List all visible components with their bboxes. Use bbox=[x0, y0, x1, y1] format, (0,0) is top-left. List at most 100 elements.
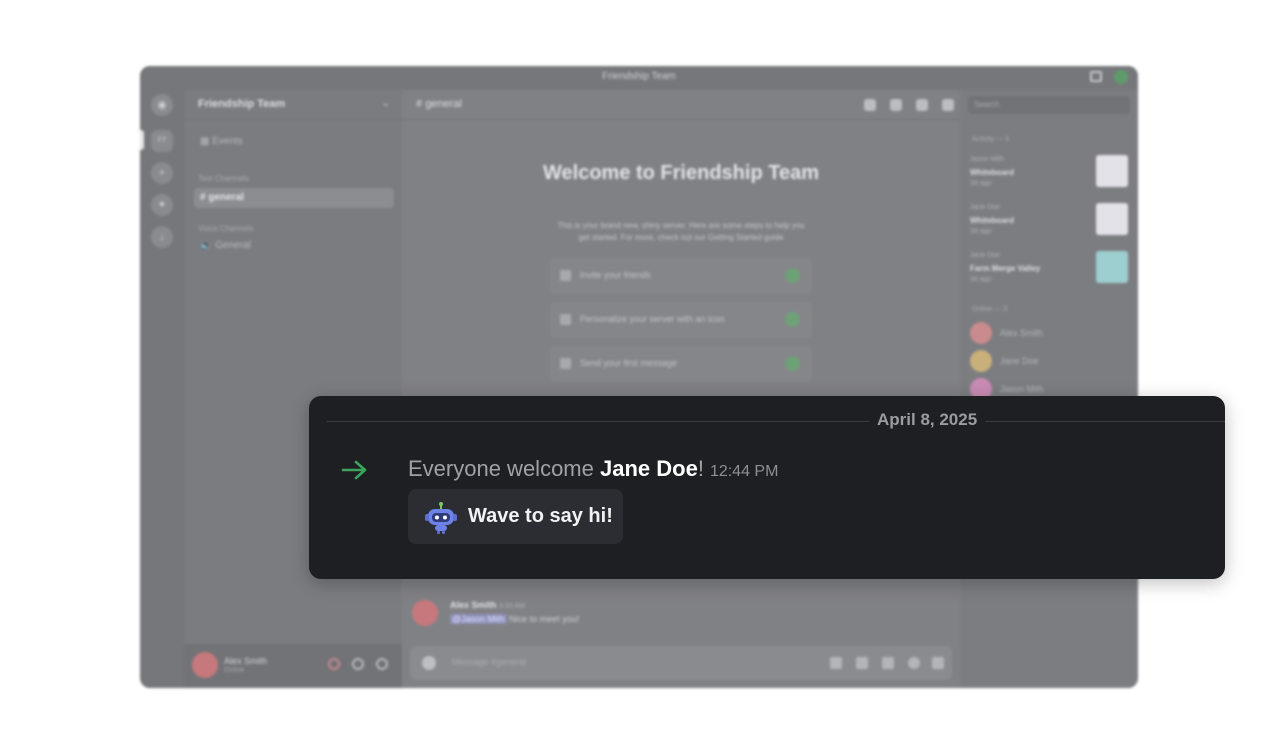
invite-icon bbox=[560, 270, 571, 281]
message-text: @Jason Mith Nice to meet you! bbox=[450, 614, 580, 624]
stage: Friendship Team ◉ FT + ✦ ↓ Friendship Te… bbox=[0, 0, 1280, 754]
message-author: Alex Smith 3:33 AM bbox=[450, 600, 525, 610]
online-label: Online — 3 bbox=[972, 306, 1008, 313]
date-label: April 8, 2025 bbox=[869, 410, 986, 430]
join-arrow-icon bbox=[341, 460, 367, 480]
task-personalize[interactable]: Personalize your server with an icon bbox=[550, 302, 812, 338]
welcome-suffix: ! bbox=[697, 456, 704, 481]
activity-item[interactable]: Jason Mith Whiteboard 3d ago bbox=[966, 152, 1130, 196]
add-server-icon[interactable]: + bbox=[151, 162, 173, 184]
check-icon bbox=[785, 312, 800, 327]
user-panel: Alex Smith Online bbox=[184, 644, 402, 688]
emoji-icon[interactable] bbox=[908, 657, 920, 669]
app-window-background: Friendship Team ◉ FT + ✦ ↓ Friendship Te… bbox=[140, 66, 1138, 688]
activity-item[interactable]: Jane Doe Whiteboard 3d ago bbox=[966, 200, 1130, 244]
message-timestamp: 12:44 PM bbox=[709, 463, 779, 480]
discover-icon[interactable]: ✦ bbox=[151, 194, 173, 216]
avatar bbox=[970, 322, 992, 344]
task-label: Invite your friends bbox=[580, 270, 652, 280]
inbox-icon[interactable] bbox=[1090, 71, 1102, 82]
activity-user: Jane Doe bbox=[970, 252, 1000, 259]
channel-sidebar: Friendship Team ⌄ ▦ Events Text Channels… bbox=[184, 90, 402, 688]
pin-icon[interactable] bbox=[916, 99, 928, 111]
activity-time: 3d ago bbox=[970, 228, 992, 235]
headphones-icon[interactable] bbox=[352, 658, 364, 670]
activity-user: Jane Doe bbox=[970, 204, 1000, 211]
chat-area: # general Welcome to Friendship Team Thi… bbox=[402, 90, 960, 688]
mute-icon[interactable] bbox=[328, 658, 340, 670]
server-header[interactable]: Friendship Team ⌄ bbox=[184, 90, 402, 120]
task-first-message[interactable]: Send your first message bbox=[550, 346, 812, 382]
message-composer[interactable]: Message #general bbox=[410, 646, 952, 680]
member-name: Jason Mith bbox=[1000, 384, 1044, 394]
activity-title: Whiteboard bbox=[970, 168, 1014, 177]
user-status: Online bbox=[224, 667, 245, 674]
activity-thumbnail bbox=[1096, 155, 1128, 187]
gift-icon[interactable] bbox=[830, 657, 842, 669]
activity-label: Activity — 3 bbox=[972, 136, 1009, 143]
server-name: Friendship Team bbox=[198, 98, 286, 110]
task-invite[interactable]: Invite your friends bbox=[550, 258, 812, 294]
activity-item[interactable]: Jane Doe Farm Merge Valley 3d ago bbox=[966, 248, 1130, 292]
sticker-icon[interactable] bbox=[882, 657, 894, 669]
add-attachment-icon[interactable] bbox=[422, 656, 436, 670]
download-icon[interactable]: ↓ bbox=[151, 226, 173, 248]
wave-button[interactable]: Wave to say hi! bbox=[408, 489, 623, 544]
wave-button-label: Wave to say hi! bbox=[468, 505, 613, 527]
help-icon[interactable] bbox=[1114, 70, 1128, 84]
channel-label: general bbox=[208, 192, 244, 203]
voice-channel-label: General bbox=[215, 240, 251, 251]
welcome-title: Welcome to Friendship Team bbox=[543, 162, 819, 184]
voice-channel-general[interactable]: 🔈 General bbox=[194, 236, 394, 256]
apps-icon[interactable] bbox=[932, 657, 944, 669]
composer-placeholder: Message #general bbox=[452, 657, 527, 667]
channel-header: # general bbox=[402, 90, 960, 120]
channel-item-general[interactable]: # general bbox=[194, 188, 394, 208]
message-row: Alex Smith 3:33 AM @Jason Mith Nice to m… bbox=[412, 600, 832, 636]
date-divider bbox=[327, 421, 1225, 422]
text-channels-category[interactable]: Text Channels bbox=[198, 174, 249, 183]
member-name: Alex Smith bbox=[1000, 328, 1044, 338]
events-item[interactable]: ▦ Events bbox=[194, 132, 394, 152]
discord-home-icon[interactable]: ◉ bbox=[151, 94, 173, 116]
threads-icon[interactable] bbox=[864, 99, 876, 111]
wumpus-bot-icon bbox=[425, 502, 457, 534]
member-name: Jane Doe bbox=[1000, 356, 1039, 366]
events-label: Events bbox=[212, 136, 243, 147]
avatar[interactable] bbox=[412, 600, 438, 626]
title-bar: Friendship Team bbox=[140, 66, 1138, 90]
search-input[interactable]: Search bbox=[968, 96, 1130, 114]
activity-title: Farm Merge Valley bbox=[970, 264, 1041, 273]
activity-time: 3d ago bbox=[970, 180, 992, 187]
server-icon[interactable]: FT bbox=[151, 130, 173, 152]
welcome-text: This is your brand new, shiny server. He… bbox=[557, 221, 805, 242]
check-icon bbox=[785, 356, 800, 371]
mention[interactable]: @Jason Mith bbox=[450, 614, 507, 624]
member-list-icon[interactable] bbox=[942, 99, 954, 111]
join-message-card: April 8, 2025 Everyone welcome Jane Doe!… bbox=[309, 396, 1225, 579]
voice-channels-category[interactable]: Voice Channels bbox=[198, 224, 254, 233]
brush-icon bbox=[560, 314, 571, 325]
task-label: Personalize your server with an icon bbox=[580, 314, 725, 324]
task-label: Send your first message bbox=[580, 358, 678, 368]
avatar bbox=[970, 350, 992, 372]
activity-user: Jason Mith bbox=[970, 156, 1004, 163]
selected-server-indicator bbox=[140, 130, 144, 150]
server-rail: ◉ FT + ✦ ↓ bbox=[140, 90, 184, 688]
activity-thumbnail bbox=[1096, 251, 1128, 283]
activity-time: 3d ago bbox=[970, 276, 992, 283]
window-title: Friendship Team bbox=[602, 71, 676, 82]
avatar[interactable] bbox=[192, 652, 218, 678]
join-message-text: Everyone welcome Jane Doe! 12:44 PM bbox=[408, 456, 778, 482]
member-sidebar: Search Activity — 3 Jason Mith Whiteboar… bbox=[960, 90, 1138, 688]
chevron-down-icon: ⌄ bbox=[381, 98, 390, 109]
send-icon bbox=[560, 358, 571, 369]
new-member-name[interactable]: Jane Doe bbox=[600, 456, 698, 481]
user-name: Alex Smith bbox=[224, 656, 268, 666]
activity-thumbnail bbox=[1096, 203, 1128, 235]
channel-header-title: general bbox=[425, 98, 462, 110]
settings-gear-icon[interactable] bbox=[376, 658, 388, 670]
gif-icon[interactable] bbox=[856, 657, 868, 669]
welcome-prefix: Everyone welcome bbox=[408, 456, 600, 481]
notification-icon[interactable] bbox=[890, 99, 902, 111]
